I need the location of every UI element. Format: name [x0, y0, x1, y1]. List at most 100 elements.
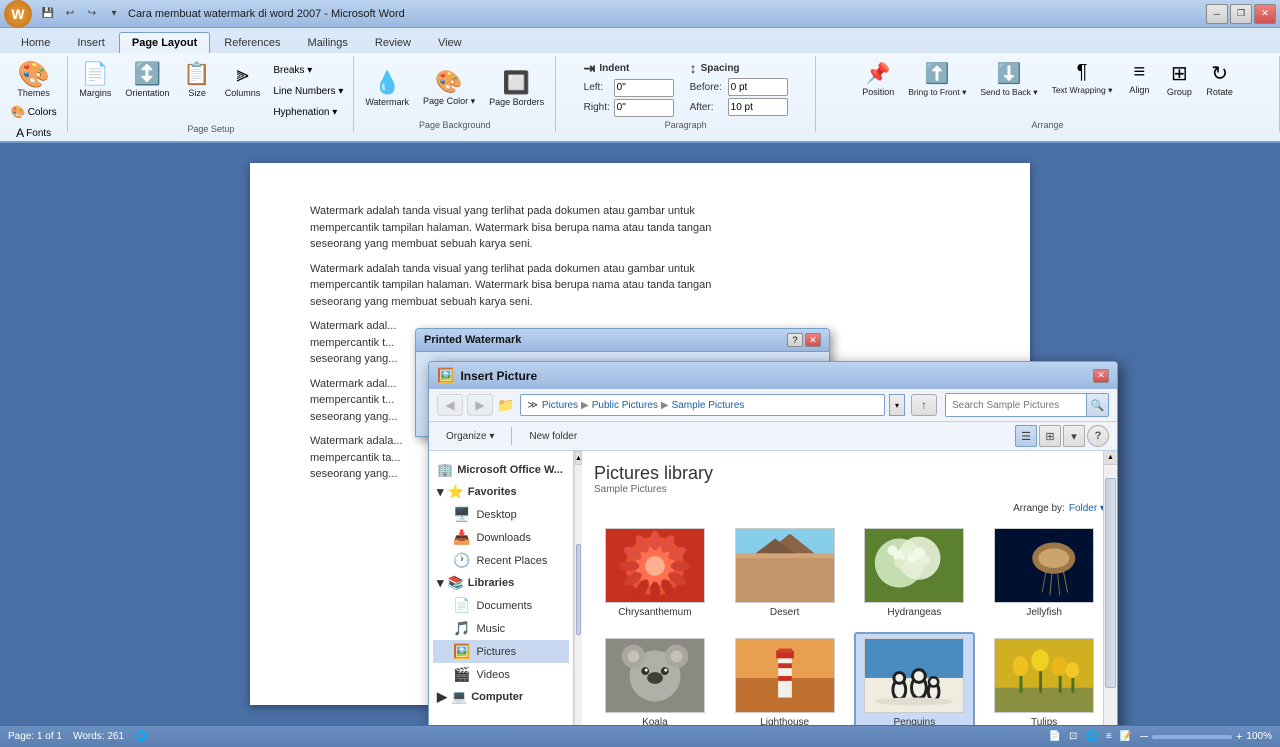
nav-desktop[interactable]: 🖥️ Desktop — [433, 503, 569, 526]
minimize-btn[interactable]: ─ — [1206, 4, 1228, 24]
files-scroll-thumb[interactable] — [1105, 478, 1116, 688]
indent-left-input[interactable] — [614, 79, 674, 97]
view-web-btn[interactable]: 🌐 — [1085, 731, 1097, 742]
files-scrollbar[interactable]: ▲ ▼ — [1103, 451, 1117, 725]
page-color-icon: 🎨 — [435, 69, 462, 95]
rotate-btn[interactable]: ↻ Rotate — [1201, 58, 1238, 100]
view-details-btn[interactable]: ☰ — [1015, 425, 1037, 447]
address-breadcrumb[interactable]: ≫ Pictures ▶ Public Pictures ▶ Sample Pi… — [520, 394, 885, 416]
page-color-btn[interactable]: 🎨 Page Color ▾ — [418, 66, 480, 110]
nav-libraries[interactable]: ▾ 📚 Libraries — [433, 572, 569, 594]
organize-btn[interactable]: Organize ▾ — [437, 425, 503, 447]
help-btn[interactable]: ? — [1087, 425, 1109, 447]
nav-forward-btn[interactable]: ▶ — [467, 394, 493, 416]
group-btn[interactable]: ⊞ Group — [1161, 58, 1197, 100]
nav-music[interactable]: 🎵 Music — [433, 617, 569, 640]
arrange-by-value[interactable]: Folder ▾ — [1069, 503, 1105, 514]
hyphenation-btn[interactable]: Hyphenation ▾ — [269, 102, 347, 122]
fonts-btn[interactable]: A Fonts — [12, 123, 55, 143]
nav-documents[interactable]: 📄 Documents — [433, 594, 569, 617]
watermark-dialog-titlebar: Printed Watermark ? ✕ — [416, 329, 829, 352]
orientation-btn[interactable]: ↕️ Orientation — [120, 58, 174, 101]
nav-up-btn[interactable]: ↑ — [911, 394, 937, 416]
search-btn[interactable]: 🔍 — [1086, 394, 1108, 416]
columns-btn[interactable]: ⫸ Columns — [220, 58, 266, 101]
nav-scrollbar[interactable]: ▲ ▼ — [574, 451, 582, 725]
themes-btn[interactable]: 🎨 Themes — [12, 58, 56, 101]
text-wrapping-btn[interactable]: ¶ Text Wrapping ▾ — [1047, 58, 1118, 99]
size-btn[interactable]: 📋 Size — [178, 58, 215, 101]
nav-computer[interactable]: ▶ 💻 Computer — [433, 686, 569, 708]
nav-downloads[interactable]: 📥 Downloads — [433, 526, 569, 549]
insert-picture-close-btn[interactable]: ✕ — [1093, 369, 1109, 383]
tab-view[interactable]: View — [425, 32, 475, 53]
view-dropdown-btn[interactable]: ▾ — [1063, 425, 1085, 447]
position-btn[interactable]: 📌 Position — [857, 58, 899, 100]
files-scroll-up[interactable]: ▲ — [1104, 451, 1117, 465]
send-to-back-btn[interactable]: ⬇️ Send to Back ▾ — [975, 58, 1042, 101]
pictures-icon: 🖼️ — [453, 643, 470, 660]
file-penguins[interactable]: Penguins — [854, 632, 976, 725]
view-tiles-btn[interactable]: ⊞ — [1039, 425, 1061, 447]
nav-favorites[interactable]: ▾ ⭐ Favorites — [433, 481, 569, 503]
breadcrumb-public-pictures[interactable]: Public Pictures — [592, 400, 658, 411]
nav-pictures[interactable]: 🖼️ Pictures — [433, 640, 569, 663]
tab-home[interactable]: Home — [8, 32, 63, 53]
view-outline-btn[interactable]: ≡ — [1106, 731, 1112, 742]
view-fullscreen-btn[interactable]: ⊡ — [1069, 731, 1077, 742]
indent-icon: ⇥ — [584, 60, 596, 77]
file-hydrangeas[interactable]: Hydrangeas — [854, 522, 976, 624]
spacing-after-input[interactable] — [728, 98, 788, 116]
customize-quick-btn[interactable]: ▾ — [104, 5, 124, 23]
file-desert[interactable]: Desert — [724, 522, 846, 624]
watermark-close-btn[interactable]: ✕ — [805, 333, 821, 347]
undo-quick-btn[interactable]: ↩ — [60, 5, 80, 23]
restore-btn[interactable]: ❐ — [1230, 4, 1252, 24]
tab-review[interactable]: Review — [362, 32, 424, 53]
view-print-btn[interactable]: 📄 — [1049, 731, 1061, 742]
indent-right-input[interactable] — [614, 99, 674, 117]
file-jellyfish[interactable]: Jellyfish — [983, 522, 1105, 624]
redo-quick-btn[interactable]: ↪ — [82, 5, 102, 23]
zoom-in-btn[interactable]: + — [1236, 731, 1242, 743]
breadcrumb-dropdown-btn[interactable]: ▾ — [889, 394, 905, 416]
nav-recent-places[interactable]: 🕐 Recent Places — [433, 549, 569, 572]
new-folder-btn[interactable]: New folder — [520, 425, 586, 447]
view-draft-btn[interactable]: 📝 — [1120, 731, 1132, 742]
zoom-out-btn[interactable]: ─ — [1140, 731, 1148, 743]
page-info: Page: 1 of 1 — [8, 731, 62, 742]
view-buttons: ☰ ⊞ ▾ ? — [1015, 425, 1109, 447]
breaks-btn[interactable]: Breaks ▾ — [269, 60, 347, 80]
align-btn[interactable]: ≡ Align — [1121, 58, 1157, 98]
breadcrumb-pictures[interactable]: Pictures — [542, 400, 578, 411]
zoom-slider[interactable] — [1152, 735, 1232, 739]
margins-btn[interactable]: 📄 Margins — [74, 58, 116, 101]
colors-btn[interactable]: 🎨 Colors — [7, 102, 61, 122]
file-tulips[interactable]: Tulips — [983, 632, 1105, 725]
tab-references[interactable]: References — [211, 32, 293, 53]
file-lighthouse[interactable]: Lighthouse — [724, 632, 846, 725]
scroll-thumb[interactable] — [576, 544, 581, 636]
scroll-up-arrow[interactable]: ▲ — [575, 451, 582, 465]
office-button[interactable]: W — [4, 0, 32, 28]
nav-ms-office[interactable]: 🏢 Microsoft Office W... — [433, 459, 569, 481]
spacing-before-input[interactable] — [728, 78, 788, 96]
search-input[interactable] — [946, 395, 1086, 415]
tab-mailings[interactable]: Mailings — [295, 32, 361, 53]
tab-insert[interactable]: Insert — [64, 32, 118, 53]
insert-picture-dialog[interactable]: 🖼️ Insert Picture ✕ ◀ ▶ 📁 ≫ Pictures ▶ P… — [428, 361, 1118, 725]
save-quick-btn[interactable]: 💾 — [38, 5, 58, 23]
watermark-btn[interactable]: 💧 Watermark — [360, 67, 414, 110]
orientation-icon: ↕️ — [134, 61, 161, 87]
bring-to-front-btn[interactable]: ⬆️ Bring to Front ▾ — [903, 58, 971, 101]
nav-videos[interactable]: 🎬 Videos — [433, 663, 569, 686]
nav-back-btn[interactable]: ◀ — [437, 394, 463, 416]
breadcrumb-sample-pictures[interactable]: Sample Pictures — [672, 400, 745, 411]
line-numbers-btn[interactable]: Line Numbers ▾ — [269, 81, 347, 101]
file-koala[interactable]: Koala — [594, 632, 716, 725]
tab-page-layout[interactable]: Page Layout — [119, 32, 210, 53]
close-btn[interactable]: ✕ — [1254, 4, 1276, 24]
file-chrysanthemum[interactable]: Chrysanthemum — [594, 522, 716, 624]
watermark-help-btn[interactable]: ? — [787, 333, 803, 347]
page-borders-btn[interactable]: 🔲 Page Borders — [484, 67, 549, 110]
